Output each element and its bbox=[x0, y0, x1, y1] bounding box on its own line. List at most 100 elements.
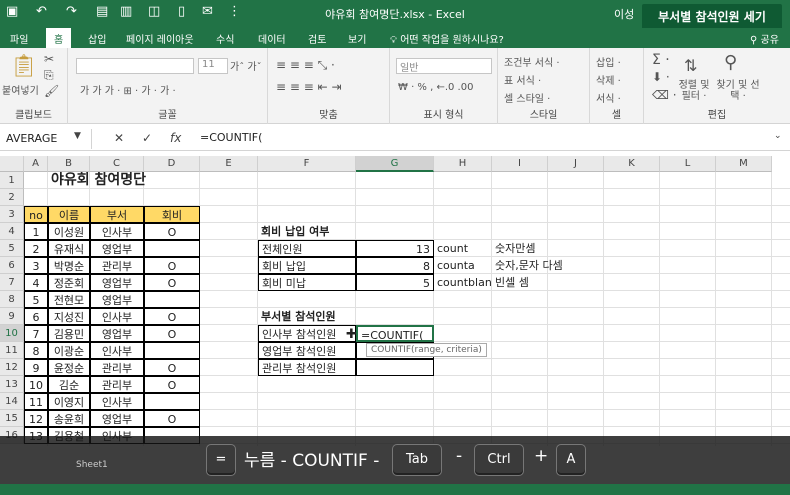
member-no-cell[interactable]: 2 bbox=[24, 240, 48, 257]
fee-summary-value-cell[interactable]: 5 bbox=[356, 274, 434, 291]
row-header-12[interactable]: 12 bbox=[0, 359, 24, 376]
fee-summary-label-cell[interactable]: 회비 납입 bbox=[258, 257, 356, 274]
align-horizontal-icons[interactable]: ≡ ≡ ≡ ⇤ ⇥ bbox=[276, 80, 342, 94]
member-no-cell[interactable]: 7 bbox=[24, 325, 48, 342]
column-header-d[interactable]: D bbox=[144, 156, 200, 172]
member-name-cell[interactable]: 정준회 bbox=[48, 274, 90, 291]
fee-summary-value-cell[interactable]: 13 bbox=[356, 240, 434, 257]
active-cell-g10[interactable]: =COUNTIF( bbox=[356, 325, 434, 342]
format-cells-button[interactable]: 서식 · bbox=[596, 90, 621, 105]
member-name-cell[interactable]: 유재식 bbox=[48, 240, 90, 257]
table-header-cell[interactable]: 이름 bbox=[48, 206, 90, 223]
member-no-cell[interactable]: 9 bbox=[24, 359, 48, 376]
tab-file[interactable]: 파일 bbox=[10, 31, 28, 46]
function-description-cell[interactable]: 빈셀 셈 bbox=[492, 274, 604, 291]
tab-page-layout[interactable]: 페이지 레이아웃 bbox=[126, 31, 194, 46]
format-as-table-button[interactable]: 표 서식 · bbox=[504, 72, 541, 87]
member-no-cell[interactable]: 4 bbox=[24, 274, 48, 291]
dept-count-label-cell[interactable]: 영업부 참석인원 bbox=[258, 342, 356, 359]
member-no-cell[interactable]: 11 bbox=[24, 393, 48, 410]
member-name-cell[interactable]: 김순 bbox=[48, 376, 90, 393]
tell-me-box[interactable]: 💡︎ 어떤 작업을 원하시나요? bbox=[390, 31, 504, 46]
member-dept-cell[interactable]: 영업부 bbox=[90, 410, 144, 427]
font-name-box[interactable] bbox=[76, 58, 194, 74]
member-name-cell[interactable]: 김용민 bbox=[48, 325, 90, 342]
expand-formula-icon[interactable]: ⌄ bbox=[774, 131, 782, 141]
cancel-entry-icon[interactable]: ✕ bbox=[114, 131, 124, 145]
member-fee-cell[interactable]: O bbox=[144, 359, 200, 376]
number-format-box[interactable]: 일반 bbox=[396, 58, 492, 74]
tab-data[interactable]: 데이터 bbox=[258, 31, 286, 46]
dept-count-label-cell[interactable]: 인사부 참석인원 bbox=[258, 325, 356, 342]
align-top-icons[interactable]: ≡ ≡ ≡ ⤡ · bbox=[276, 58, 335, 73]
paste-button[interactable]: 붙여넣기 bbox=[2, 82, 39, 97]
member-fee-cell[interactable] bbox=[144, 342, 200, 359]
member-fee-cell[interactable]: O bbox=[144, 274, 200, 291]
member-dept-cell[interactable]: 인사부 bbox=[90, 308, 144, 325]
share-button[interactable]: ⚲ 공유 bbox=[750, 31, 779, 46]
paste-icon[interactable]: 📋︎ bbox=[10, 54, 38, 79]
row-header-7[interactable]: 7 bbox=[0, 274, 24, 291]
member-no-cell[interactable]: 8 bbox=[24, 342, 48, 359]
row-header-6[interactable]: 6 bbox=[0, 257, 24, 274]
cell-styles-button[interactable]: 셀 스타일 · bbox=[504, 90, 550, 105]
column-header-c[interactable]: C bbox=[90, 156, 144, 172]
member-dept-cell[interactable]: 인사부 bbox=[90, 393, 144, 410]
member-dept-cell[interactable]: 인사부 bbox=[90, 223, 144, 240]
function-description-cell[interactable]: 숫자만셈 bbox=[492, 240, 604, 257]
member-name-cell[interactable]: 송윤희 bbox=[48, 410, 90, 427]
sheet-title[interactable]: 야유회 참여명단 bbox=[48, 172, 200, 189]
table-header-cell[interactable]: 부서 bbox=[90, 206, 144, 223]
cut-icon[interactable]: ✂ bbox=[44, 52, 54, 66]
table-header-cell[interactable]: 회비 bbox=[144, 206, 200, 223]
clear-icon[interactable]: ⌫ · bbox=[652, 88, 677, 102]
member-no-cell[interactable]: 12 bbox=[24, 410, 48, 427]
dept-count-label-cell[interactable]: 관리부 참석인원 bbox=[258, 359, 356, 376]
column-header-b[interactable]: B bbox=[48, 156, 90, 172]
tab-review[interactable]: 검토 bbox=[308, 31, 326, 46]
member-fee-cell[interactable]: O bbox=[144, 410, 200, 427]
member-name-cell[interactable]: 이광순 bbox=[48, 342, 90, 359]
user-name[interactable]: 이성 bbox=[614, 6, 634, 22]
confirm-entry-icon[interactable]: ✓ bbox=[142, 131, 152, 145]
member-fee-cell[interactable]: O bbox=[144, 325, 200, 342]
column-header-g[interactable]: G bbox=[356, 156, 434, 172]
member-dept-cell[interactable]: 영업부 bbox=[90, 291, 144, 308]
sort-filter-button[interactable]: 정렬 및 필터 · bbox=[674, 80, 714, 102]
row-header-9[interactable]: 9 bbox=[0, 308, 24, 325]
member-no-cell[interactable]: 1 bbox=[24, 223, 48, 240]
autosum-icon[interactable]: Σ · bbox=[652, 52, 670, 68]
font-format-row[interactable]: 가 가 가 · ⊞ · 가 · 가 · bbox=[80, 82, 176, 97]
row-header-14[interactable]: 14 bbox=[0, 393, 24, 410]
row-header-4[interactable]: 4 bbox=[0, 223, 24, 240]
find-icon[interactable]: ⚲ bbox=[724, 52, 737, 73]
member-no-cell[interactable]: 3 bbox=[24, 257, 48, 274]
row-header-5[interactable]: 5 bbox=[0, 240, 24, 257]
column-header-i[interactable]: I bbox=[492, 156, 548, 172]
member-dept-cell[interactable]: 관리부 bbox=[90, 257, 144, 274]
column-header-a[interactable]: A bbox=[24, 156, 48, 172]
tab-home[interactable]: 홈 bbox=[46, 28, 72, 48]
member-fee-cell[interactable]: O bbox=[144, 257, 200, 274]
fee-summary-label-cell[interactable]: 전체인원 bbox=[258, 240, 356, 257]
function-name-cell[interactable]: count bbox=[434, 240, 492, 257]
member-dept-cell[interactable]: 영업부 bbox=[90, 325, 144, 342]
insert-function-icon[interactable]: fx bbox=[170, 131, 181, 145]
member-name-cell[interactable]: 전현모 bbox=[48, 291, 90, 308]
member-dept-cell[interactable]: 관리부 bbox=[90, 376, 144, 393]
column-header-m[interactable]: M bbox=[716, 156, 772, 172]
function-description-cell[interactable]: 숫자,문자 다셈 bbox=[492, 257, 604, 274]
member-dept-cell[interactable]: 영업부 bbox=[90, 274, 144, 291]
sheet-tab[interactable]: Sheet1 bbox=[76, 460, 122, 474]
number-format-row[interactable]: ₩ · % , ←.0 .00 bbox=[398, 82, 473, 93]
member-name-cell[interactable]: 박명순 bbox=[48, 257, 90, 274]
formula-input[interactable]: =COUNTIF( bbox=[200, 131, 262, 144]
member-name-cell[interactable]: 이성원 bbox=[48, 223, 90, 240]
tab-view[interactable]: 보기 bbox=[348, 31, 366, 46]
sort-filter-icon[interactable]: ⇅ bbox=[684, 56, 697, 75]
function-argument-tooltip[interactable]: COUNTIF(range, criteria) bbox=[366, 343, 487, 357]
dept-count-value-cell[interactable] bbox=[356, 359, 434, 376]
delete-cells-button[interactable]: 삭제 · bbox=[596, 72, 621, 87]
format-painter-icon[interactable]: 🖌︎ bbox=[44, 84, 59, 98]
worksheet-grid[interactable]: ABCDEFGHIJKLM12345678910111213141516야유회 … bbox=[0, 156, 790, 446]
